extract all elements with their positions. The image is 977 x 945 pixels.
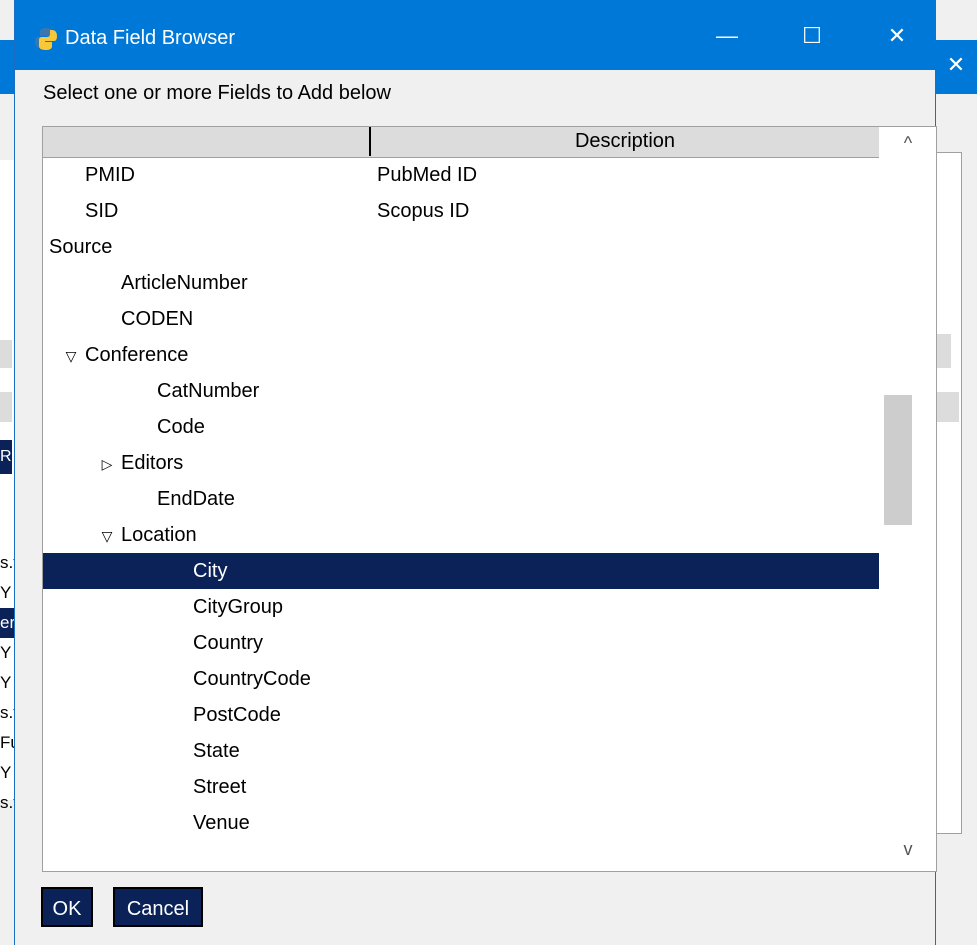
field-name: PostCode — [193, 704, 281, 726]
tree-row[interactable]: EndDate — [43, 481, 879, 517]
python-icon — [35, 28, 57, 50]
background-list-item: s.t — [0, 793, 14, 812]
tree-row[interactable]: PostCode — [43, 697, 879, 733]
maximize-icon[interactable]: ☐ — [790, 16, 834, 56]
tree-row[interactable]: Code — [43, 409, 879, 445]
tree-row-name: City — [193, 553, 227, 589]
tree-row-name: ▽ Conference — [61, 337, 189, 374]
tree-row-name: PMID — [85, 157, 135, 193]
column-header: Description — [43, 127, 879, 158]
field-description: Scopus ID — [377, 200, 470, 222]
background-list-item: Y — [0, 643, 12, 662]
tree-row-name: ▽ Location — [97, 517, 197, 554]
background-list-item: Fu — [0, 733, 14, 752]
vertical-scrollbar[interactable]: ^ v — [880, 127, 936, 871]
field-name: Location — [121, 524, 197, 546]
tree-row[interactable]: Street — [43, 769, 879, 805]
triangle-down-icon[interactable]: ▽ — [97, 518, 117, 554]
background-button[interactable]: R — [0, 440, 12, 474]
tree-row[interactable]: Country — [43, 625, 879, 661]
scroll-down-icon[interactable]: v — [880, 839, 936, 860]
tree-row-name: SID — [85, 193, 118, 229]
field-name: Venue — [193, 812, 250, 834]
background-list-item: Y — [0, 763, 12, 782]
tree-row-name: Code — [157, 409, 205, 445]
tree-row[interactable]: City — [43, 553, 879, 589]
field-name: CatNumber — [157, 380, 260, 402]
data-field-browser-dialog: Data Field Browser — ☐ ✕ Select one or m… — [14, 0, 937, 945]
scroll-thumb[interactable] — [884, 395, 912, 525]
field-name: City — [193, 560, 228, 582]
tree-row[interactable]: State — [43, 733, 879, 769]
column-header-name[interactable] — [43, 127, 371, 156]
scroll-up-icon[interactable]: ^ — [880, 133, 936, 154]
field-name: EndDate — [157, 488, 235, 510]
minimize-icon[interactable]: — — [705, 16, 749, 56]
background-list-item: Y — [0, 673, 12, 692]
field-tree[interactable]: Description PMIDPubMed IDSIDScopus ID▽So… — [42, 126, 937, 872]
tree-row-name: CountryCode — [193, 661, 311, 697]
tree-row-name: PostCode — [193, 697, 281, 733]
tree-row[interactable]: CODEN — [43, 301, 879, 337]
tree-row[interactable]: ▽ Location — [43, 517, 879, 553]
ok-button[interactable]: OK — [41, 887, 93, 927]
background-close-icon[interactable]: ✕ — [941, 50, 971, 80]
tree-row-name: ▽Source — [43, 229, 113, 266]
tree-row[interactable]: SID Scopus ID — [43, 193, 879, 229]
tree-row[interactable]: CountryCode — [43, 661, 879, 697]
instruction-label: Select one or more Fields to Add below — [43, 82, 391, 104]
field-name: Conference — [85, 344, 189, 366]
tree-row[interactable]: Venue — [43, 805, 879, 841]
background-list-item: s.t — [0, 553, 14, 572]
background-list: s.tYerYYs.tFuYs.t — [0, 548, 14, 818]
triangle-down-icon[interactable]: ▽ — [43, 230, 45, 266]
background-list-item: s.t — [0, 703, 14, 722]
tree-row-name: CityGroup — [193, 589, 283, 625]
triangle-down-icon[interactable]: ▽ — [61, 338, 81, 374]
tree-row[interactable]: ▷ Editors — [43, 445, 879, 481]
field-name: Source — [49, 236, 113, 258]
field-name: Street — [193, 776, 247, 798]
tree-row[interactable]: ▽Source — [43, 229, 879, 265]
tree-row-name: ▷ Editors — [97, 445, 184, 482]
field-name: CountryCode — [193, 668, 311, 690]
tree-row-name: CODEN — [121, 301, 193, 337]
tree-row[interactable]: ArticleNumber — [43, 265, 879, 301]
tree-row[interactable]: CatNumber — [43, 373, 879, 409]
field-name: PMID — [85, 164, 135, 186]
field-name: Country — [193, 632, 264, 654]
field-name: State — [193, 740, 240, 762]
background-list-item: Y — [0, 583, 12, 602]
titlebar[interactable]: Data Field Browser — ☐ ✕ — [15, 0, 935, 70]
field-name: ArticleNumber — [121, 272, 248, 294]
tree-row-name: Street — [193, 769, 246, 805]
close-icon[interactable]: ✕ — [875, 16, 919, 56]
cancel-button[interactable]: Cancel — [113, 887, 203, 927]
field-name: CityGroup — [193, 596, 284, 618]
triangle-right-icon[interactable]: ▷ — [97, 446, 117, 482]
background-list-item: er — [0, 608, 14, 638]
tree-row-name: EndDate — [157, 481, 235, 517]
tree-row-name: CatNumber — [157, 373, 259, 409]
background-bar — [0, 392, 12, 422]
field-name: SID — [85, 200, 119, 222]
tree-row-name: Country — [193, 625, 263, 661]
field-description: PubMed ID — [377, 164, 478, 186]
tree-row[interactable]: PMID PubMed ID — [43, 157, 879, 193]
background-bar — [935, 334, 951, 368]
window-title: Data Field Browser — [65, 27, 236, 49]
field-name: Editors — [121, 452, 184, 474]
background-right-panel — [935, 152, 962, 834]
column-header-description[interactable]: Description — [371, 127, 879, 156]
tree-row[interactable]: ▽ Conference — [43, 337, 879, 373]
background-bar — [935, 392, 959, 422]
tree-row[interactable]: CityGroup — [43, 589, 879, 625]
field-name: Code — [157, 416, 205, 438]
tree-row-name: ArticleNumber — [121, 265, 248, 301]
background-bar — [0, 340, 12, 368]
tree-row-name: Venue — [193, 805, 250, 841]
field-name: CODEN — [121, 308, 194, 330]
tree-row-name: State — [193, 733, 240, 769]
